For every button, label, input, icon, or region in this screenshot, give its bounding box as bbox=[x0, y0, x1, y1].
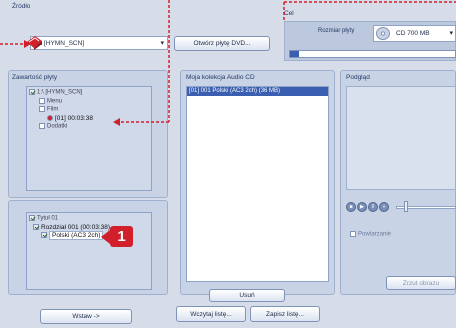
playback-controls: ■ ▶ ‖ » bbox=[346, 202, 392, 212]
capacity-fill bbox=[290, 51, 299, 57]
remove-button[interactable]: Usuń bbox=[209, 289, 285, 302]
disc-icon bbox=[25, 33, 43, 51]
disc-size-label: Rozmiar płyty bbox=[318, 28, 355, 34]
source-drive-select[interactable]: 1:\ [HYMN_SCN] ▾ bbox=[30, 36, 168, 50]
tree-extras[interactable]: Dodatki bbox=[29, 123, 93, 132]
load-list-button[interactable]: Wczytaj listę... bbox=[176, 306, 246, 322]
disc-contents-label: Zawartość płyty bbox=[12, 74, 58, 81]
source-label: Źródło bbox=[12, 3, 31, 10]
tree-title-01[interactable]: [01] 00:03:38 bbox=[29, 115, 93, 124]
checkbox-icon[interactable] bbox=[41, 232, 47, 239]
tree-title-root[interactable]: Tytuł 01 bbox=[29, 215, 110, 224]
checkbox-icon[interactable] bbox=[350, 231, 356, 237]
checkbox-icon[interactable] bbox=[29, 215, 35, 221]
checkbox-icon[interactable] bbox=[39, 97, 45, 104]
chevron-down-icon[interactable]: ▾ bbox=[449, 29, 453, 37]
target-label: Cel bbox=[284, 10, 294, 17]
capacity-bar bbox=[289, 50, 456, 58]
cd-icon bbox=[376, 27, 390, 40]
play-icon[interactable]: ▶ bbox=[357, 202, 367, 212]
checkbox-icon[interactable] bbox=[33, 223, 39, 230]
preview-label: Podgląd bbox=[346, 74, 370, 81]
callout-badge: 1 bbox=[110, 226, 133, 247]
titles-tree-items: Tytuł 01 Rozdział 001 (00:03:38) Polski … bbox=[29, 215, 110, 241]
snapshot-button[interactable]: Zrzut obrazu bbox=[386, 276, 456, 290]
pause-icon[interactable]: ‖ bbox=[368, 202, 378, 212]
tree-audio-track[interactable]: Polski (AC3 2ch) bbox=[29, 231, 110, 241]
callout-arrow bbox=[101, 230, 110, 244]
collection-item[interactable]: [01] 001 Polski (AC3 2ch) (36 MB) bbox=[187, 87, 328, 96]
chevron-down-icon[interactable]: ▾ bbox=[160, 39, 164, 47]
callout-number: 1 bbox=[117, 228, 126, 245]
forward-icon[interactable]: » bbox=[379, 202, 389, 212]
open-dvd-button[interactable]: Otwórz płytę DVD... bbox=[174, 36, 270, 51]
checkbox-icon[interactable] bbox=[39, 106, 45, 112]
collection-list[interactable]: [01] 001 Polski (AC3 2ch) (36 MB) bbox=[186, 86, 329, 282]
preview-screen bbox=[346, 86, 456, 190]
tree-root[interactable]: 1:\ [HYMN_SCN] bbox=[29, 89, 93, 98]
disc-size-value: CD 700 MB bbox=[396, 30, 430, 37]
checkbox-icon[interactable] bbox=[29, 89, 35, 95]
disc-tree-items: 1:\ [HYMN_SCN] Menu Film [01] 00:03:38 D… bbox=[29, 89, 93, 132]
stop-icon[interactable]: ■ bbox=[346, 202, 356, 212]
seek-thumb[interactable] bbox=[404, 201, 408, 212]
repeat-checkbox[interactable]: Powtarzanie bbox=[350, 231, 391, 238]
collection-label: Moja kolekcja Audio CD bbox=[186, 74, 255, 81]
insert-button[interactable]: Wstaw -> bbox=[40, 309, 132, 324]
save-list-button[interactable]: Zapisz listę... bbox=[250, 306, 320, 322]
tree-menu[interactable]: Menu bbox=[29, 97, 93, 107]
radio-icon[interactable] bbox=[47, 114, 53, 121]
checkbox-icon[interactable] bbox=[39, 123, 45, 129]
tree-film[interactable]: Film bbox=[29, 106, 93, 115]
